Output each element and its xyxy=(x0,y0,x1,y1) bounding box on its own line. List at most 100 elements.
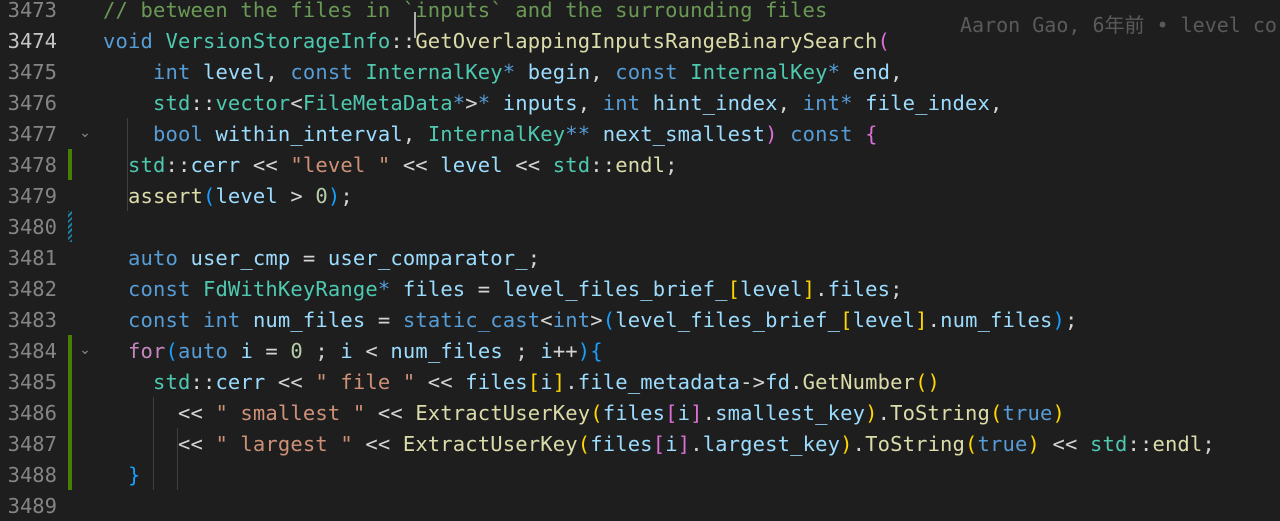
line-number: 3474 xyxy=(7,29,57,53)
git-added-marker[interactable] xyxy=(68,335,72,366)
code-text[interactable]: } xyxy=(103,464,140,486)
code-token: * xyxy=(840,91,853,115)
code-token: () xyxy=(915,370,941,394)
code-editor[interactable]: 3473 // between the files in `inputs` and… xyxy=(0,0,1280,517)
code-token: VersionStorageInfo xyxy=(165,29,391,53)
git-added-marker[interactable] xyxy=(68,459,72,490)
code-token: << xyxy=(502,153,553,177)
code-token: inputs xyxy=(502,91,578,115)
code-line[interactable]: 3482 const FdWithKeyRange* files = level… xyxy=(0,273,1280,304)
code-text[interactable]: const FdWithKeyRange* files = level_file… xyxy=(103,278,903,300)
code-token: ; xyxy=(527,246,541,270)
code-line[interactable]: 3476 std::vector<FileMetaData*>* inputs,… xyxy=(0,87,1280,118)
code-token: 0 xyxy=(290,339,303,363)
code-line[interactable]: 3483 const int num_files = static_cast<i… xyxy=(0,304,1280,335)
code-token: , xyxy=(577,91,603,115)
code-text[interactable]: std::cerr << " file " << files[i].file_m… xyxy=(103,371,940,393)
code-line[interactable]: 3485 std::cerr << " file " << files[i].f… xyxy=(0,366,1280,397)
code-token: num_files xyxy=(940,308,1053,332)
fold-chevron-icon[interactable]: ⌄ xyxy=(77,122,93,144)
code-token: i xyxy=(240,339,253,363)
git-added-marker[interactable] xyxy=(68,428,72,459)
code-text[interactable]: auto user_cmp = user_comparator_; xyxy=(103,247,540,269)
code-text[interactable]: std::cerr << "level " << level << std::e… xyxy=(103,154,678,176)
code-token: ] xyxy=(552,370,566,394)
code-token: :: xyxy=(165,153,191,177)
code-token: const xyxy=(615,60,678,84)
line-number: 3482 xyxy=(7,277,57,301)
line-number: 3479 xyxy=(7,184,57,208)
code-token: user_cmp xyxy=(190,246,291,270)
code-text[interactable]: << " largest " << ExtractUserKey(files[i… xyxy=(103,433,1215,455)
code-text[interactable]: assert(level > 0); xyxy=(103,185,353,207)
code-token: = xyxy=(365,308,403,332)
code-token: const xyxy=(127,277,191,301)
code-token: :: xyxy=(590,153,616,177)
code-line[interactable]: 3478 std::cerr << "level " << level << s… xyxy=(0,149,1280,180)
code-text[interactable]: int level, const InternalKey* begin, con… xyxy=(103,61,903,83)
code-text[interactable]: const int num_files = static_cast<int>(l… xyxy=(103,309,1078,331)
code-token: ] xyxy=(690,401,703,425)
code-token: ( xyxy=(577,432,591,456)
git-added-marker[interactable] xyxy=(68,149,72,180)
line-number: 3488 xyxy=(7,463,57,487)
code-line[interactable]: 3487 << " largest " << ExtractUserKey(fi… xyxy=(0,428,1280,459)
code-line[interactable]: 3489 xyxy=(0,490,1280,521)
code-text[interactable]: for(auto i = 0 ; i < num_files ; i++){ xyxy=(103,340,603,362)
line-number: 3489 xyxy=(7,494,57,518)
code-token: [ xyxy=(652,432,666,456)
code-line[interactable]: 3480 xyxy=(0,211,1280,242)
code-line[interactable]: 3484 ⌄ for(auto i = 0 ; i < num_files ; i… xyxy=(0,335,1280,366)
code-token: ) xyxy=(840,432,853,456)
code-line[interactable]: 3481 auto user_cmp = user_comparator_; xyxy=(0,242,1280,273)
code-text[interactable]: void VersionStorageInfo::GetOverlappingI… xyxy=(103,30,890,52)
line-number: 3481 xyxy=(7,246,57,270)
code-token: hint_index xyxy=(652,91,778,115)
code-token: , xyxy=(590,60,616,84)
code-line[interactable]: 3488 } xyxy=(0,459,1280,490)
line-number: 3486 xyxy=(7,401,57,425)
code-token: . xyxy=(690,432,703,456)
code-token: . xyxy=(702,401,716,425)
code-token: begin xyxy=(527,60,591,84)
code-token: files xyxy=(402,277,466,301)
code-line[interactable]: 3475 int level, const InternalKey* begin… xyxy=(0,56,1280,87)
code-text[interactable]: // between the files in `inputs` and the… xyxy=(103,0,828,21)
code-token: // between the files in `inputs` and the… xyxy=(103,0,828,22)
code-token: " file " xyxy=(315,370,416,394)
code-text[interactable]: bool within_interval, InternalKey** next… xyxy=(103,123,878,145)
code-token: << xyxy=(365,401,416,425)
line-number: 3476 xyxy=(7,91,57,115)
code-token: * xyxy=(477,91,491,115)
code-line[interactable]: 3486 << " smallest " << ExtractUserKey(f… xyxy=(0,397,1280,428)
code-token: assert xyxy=(127,184,203,208)
code-line[interactable]: 3479 assert(level > 0); xyxy=(0,180,1280,211)
code-line[interactable]: 3477 ⌄ bool within_interval, InternalKey*… xyxy=(0,118,1280,149)
code-token: ( xyxy=(965,432,978,456)
git-added-marker[interactable] xyxy=(68,397,72,428)
code-token: std xyxy=(152,370,191,394)
code-text[interactable]: << " smallest " << ExtractUserKey(files[… xyxy=(103,402,1065,424)
code-token: , xyxy=(890,60,903,84)
fold-chevron-icon[interactable]: ⌄ xyxy=(77,339,93,361)
code-token: files xyxy=(465,370,528,394)
code-token: ; xyxy=(890,277,903,301)
code-token: std xyxy=(552,153,591,177)
line-number: 3475 xyxy=(7,60,57,84)
git-added-marker[interactable] xyxy=(68,366,72,397)
line-number: 3485 xyxy=(7,370,57,394)
line-number: 3483 xyxy=(7,308,57,332)
code-text[interactable]: std::vector<FileMetaData*>* inputs, int … xyxy=(103,92,1003,114)
indent-guide xyxy=(177,459,178,490)
code-token: = xyxy=(465,277,503,301)
code-token: files xyxy=(590,432,653,456)
git-modified-marker[interactable] xyxy=(68,211,72,242)
